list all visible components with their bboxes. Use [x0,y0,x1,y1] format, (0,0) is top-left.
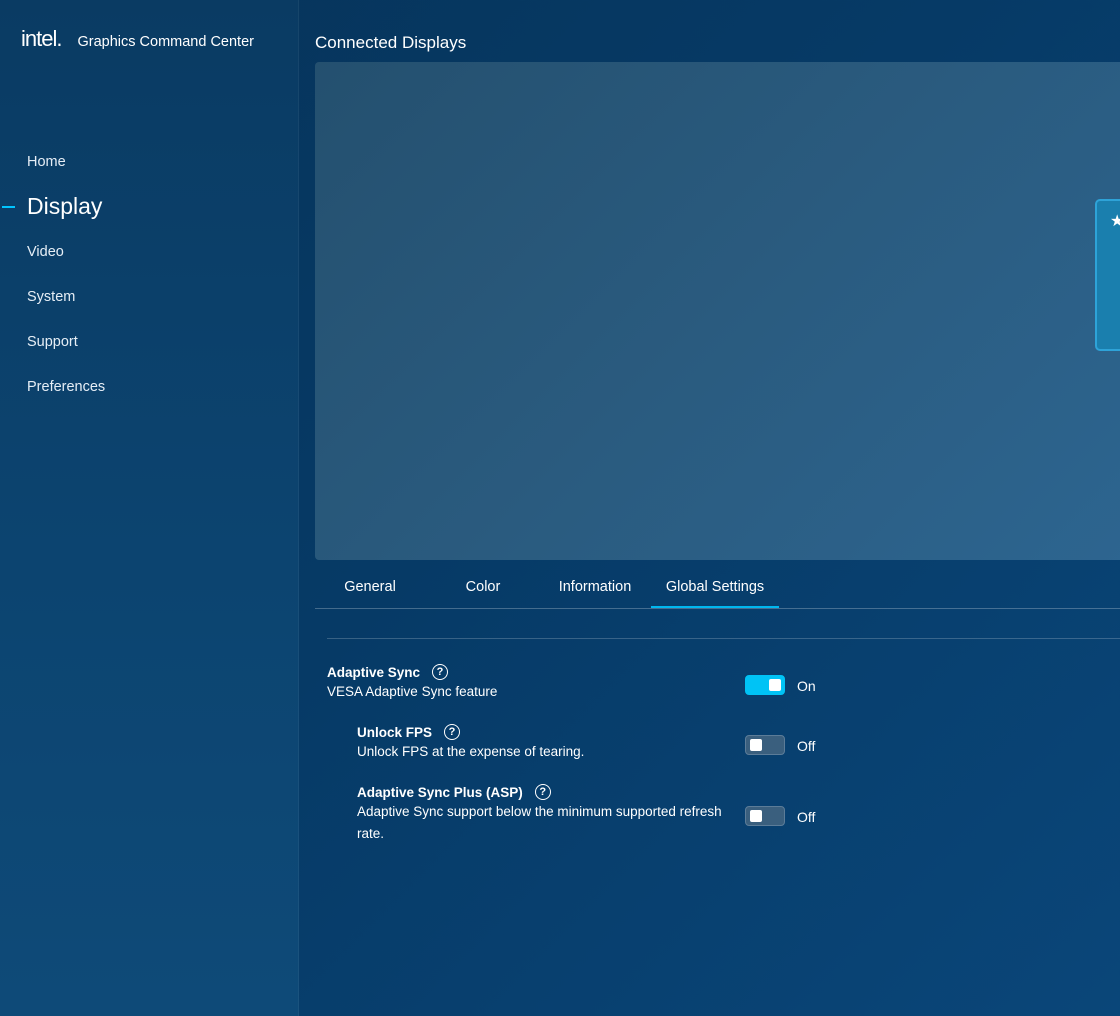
setting-description: Adaptive Sync support below the minimum … [357,804,722,841]
sidebar-item-system[interactable]: System [0,274,298,319]
setting-title: Unlock FPS ? [357,724,584,740]
intel-logo: intel. [21,26,62,51]
section-divider [327,638,1120,639]
help-icon[interactable]: ? [432,664,449,680]
setting-adaptive-sync: Adaptive Sync ? VESA Adaptive Sync featu… [327,664,497,703]
active-indicator [2,205,15,208]
sidebar-item-preferences[interactable]: Preferences [0,364,298,409]
unlock-fps-state: Off [797,738,816,754]
tab-color[interactable]: Color [429,567,537,607]
monitor-tile[interactable]: ★ [1095,199,1120,351]
sidebar-item-label: Video [27,243,64,260]
sidebar-item-video[interactable]: Video [0,229,298,274]
adaptive-sync-toggle[interactable] [745,675,785,695]
sidebar-item-label: Preferences [27,378,106,395]
setting-unlock-fps: Unlock FPS ? Unlock FPS at the expense o… [357,724,584,763]
sidebar: intel. Graphics Command Center Home Disp… [0,0,299,1016]
sidebar-item-label: Display [27,193,103,219]
asp-toggle[interactable] [745,806,785,826]
main-panel: Connected Displays ★ General Color Infor… [298,0,1120,1016]
sidebar-item-display[interactable]: Display [0,184,298,229]
setting-title-text: Adaptive Sync Plus (ASP) [357,784,523,800]
tab-global-settings[interactable]: Global Settings [651,567,779,608]
setting-title: Adaptive Sync ? [327,664,497,680]
help-icon[interactable]: ? [444,724,461,740]
setting-description: VESA Adaptive Sync feature [327,684,498,699]
toggle-knob [750,810,762,822]
toggle-knob [750,739,762,751]
setting-title-text: Unlock FPS [357,724,433,740]
star-icon: ★ [1110,211,1120,230]
unlock-fps-toggle[interactable] [745,735,785,755]
sidebar-item-label: Support [27,333,78,350]
tab-information[interactable]: Information [541,567,649,607]
tab-general[interactable]: General [315,567,425,607]
setting-adaptive-sync-plus: Adaptive Sync Plus (ASP) ? Adaptive Sync… [357,784,727,845]
app-title: Graphics Command Center [77,34,254,50]
sidebar-item-label: Home [27,153,66,170]
setting-description: Unlock FPS at the expense of tearing. [357,744,585,759]
sidebar-item-label: System [27,288,76,305]
sidebar-nav: Home Display Video System Support Prefer… [0,139,298,409]
adaptive-sync-state: On [797,678,816,694]
toggle-knob [769,679,781,691]
brand: intel. Graphics Command Center [21,26,254,52]
display-arrangement-canvas[interactable]: ★ [315,62,1120,560]
section-title: Connected Displays [315,33,467,52]
help-icon[interactable]: ? [534,784,551,800]
sidebar-item-support[interactable]: Support [0,319,298,364]
tab-bar: General Color Information Global Setting… [315,567,1120,609]
sidebar-item-home[interactable]: Home [0,139,298,184]
asp-state: Off [797,809,816,825]
setting-title-text: Adaptive Sync [327,664,421,680]
setting-title: Adaptive Sync Plus (ASP) ? [357,784,727,800]
